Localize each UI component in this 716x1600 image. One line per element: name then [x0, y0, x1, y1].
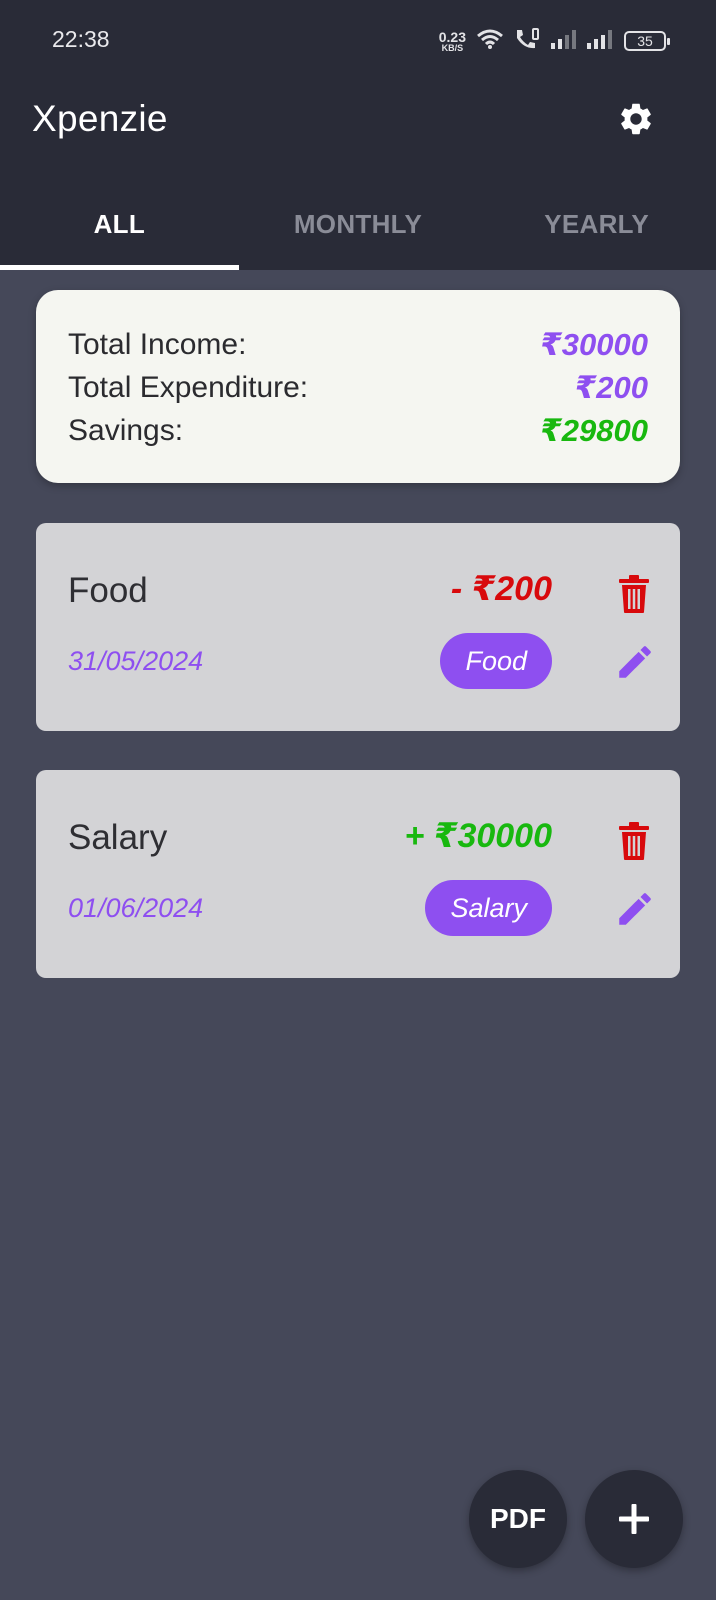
- settings-button[interactable]: [615, 98, 657, 140]
- expenditure-label: Total Expenditure:: [68, 370, 309, 404]
- transaction-amount: + ₹30000: [404, 817, 552, 855]
- wifi-icon: [476, 28, 504, 55]
- signal-icon-sim2: [586, 29, 614, 54]
- trash-icon: [619, 822, 649, 860]
- tab-all[interactable]: ALL: [0, 190, 239, 270]
- status-icons: 0.23 KB/S 35: [439, 26, 670, 56]
- network-speed: 0.23 KB/S: [439, 30, 466, 53]
- plus-icon: [619, 1504, 649, 1534]
- transaction-title: Salary: [68, 818, 168, 857]
- category-chip: Food: [440, 633, 552, 689]
- network-speed-unit: KB/S: [441, 42, 464, 53]
- wifi-calling-icon: [514, 27, 540, 56]
- summary-card: Total Income: ₹30000 Total Expenditure: …: [36, 290, 680, 483]
- battery-level: 35: [637, 33, 653, 49]
- savings-value: ₹29800: [540, 412, 648, 448]
- network-speed-value: 0.23: [438, 28, 466, 45]
- summary-savings-row: Savings: ₹29800: [68, 409, 648, 452]
- signal-icon-sim1: [550, 29, 576, 54]
- summary-income-row: Total Income: ₹30000: [68, 323, 648, 366]
- transaction-amount: - ₹200: [450, 570, 552, 608]
- pencil-icon: [619, 893, 651, 925]
- transaction-date: 31/05/2024: [68, 646, 204, 676]
- gear-icon: [621, 103, 651, 135]
- pencil-icon: [619, 646, 651, 678]
- summary-expenditure-row: Total Expenditure: ₹200: [68, 366, 648, 409]
- battery-icon: 35: [624, 31, 670, 51]
- app-title: Xpenzie: [32, 98, 168, 139]
- transaction-date: 01/06/2024: [68, 893, 204, 923]
- tab-bar: ALL MONTHLY YEARLY: [0, 190, 716, 270]
- export-pdf-button[interactable]: PDF: [469, 1470, 567, 1568]
- trash-icon: [619, 575, 649, 613]
- income-label: Total Income:: [68, 327, 247, 361]
- category-chip: Salary: [425, 880, 552, 936]
- expenditure-value: ₹200: [574, 369, 648, 405]
- app-bar: 22:38 0.23 KB/S 35 Xpenzie ALL MONTHLY Y…: [0, 0, 716, 270]
- edit-button[interactable]: [612, 886, 658, 932]
- delete-button[interactable]: [614, 818, 654, 864]
- tab-monthly[interactable]: MONTHLY: [239, 190, 478, 270]
- add-transaction-button[interactable]: [585, 1470, 683, 1568]
- transaction-title: Food: [68, 571, 148, 610]
- transaction-card[interactable]: Food - ₹200 31/05/2024 Food: [36, 523, 680, 731]
- status-time: 22:38: [52, 26, 110, 52]
- tab-yearly[interactable]: YEARLY: [477, 190, 716, 270]
- edit-button[interactable]: [612, 639, 658, 685]
- savings-label: Savings:: [68, 413, 184, 447]
- delete-button[interactable]: [614, 571, 654, 617]
- income-value: ₹30000: [540, 326, 648, 362]
- transaction-card[interactable]: Salary + ₹30000 01/06/2024 Salary: [36, 770, 680, 978]
